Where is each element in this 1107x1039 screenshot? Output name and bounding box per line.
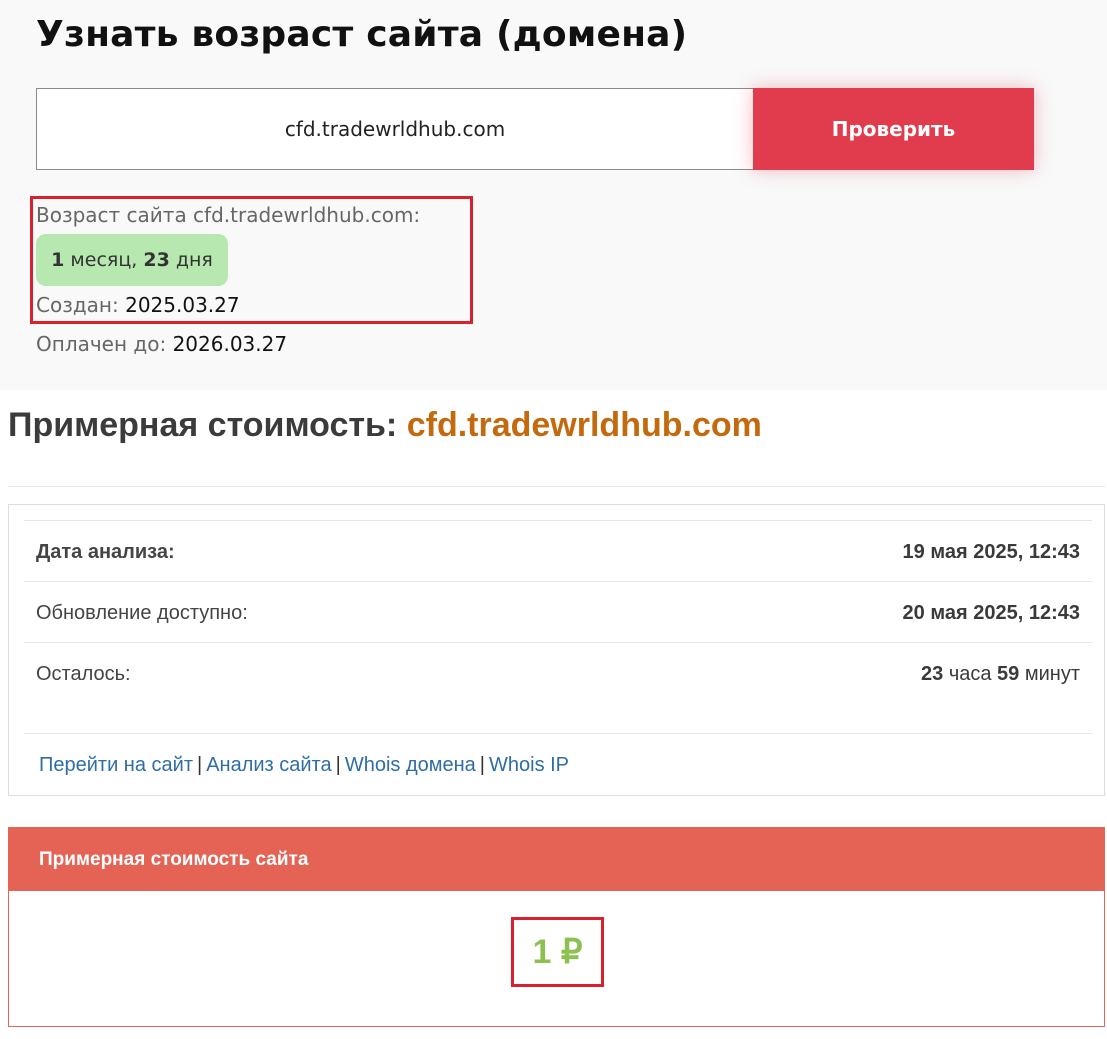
valuation-title: Примерная стоимость: cfd.tradewrldhub.co… (8, 406, 762, 445)
table-row: Обновление доступно: 20 мая 2025, 12:43 (24, 581, 1092, 642)
analysis-info-panel: Дата анализа: 19 мая 2025, 12:43 Обновле… (8, 504, 1105, 796)
analysis-date-text: 19 мая 2025, 12:43 (902, 541, 1080, 563)
created-value: 2025.03.27 (125, 293, 240, 317)
site-cost-header: Примерная стоимость сайта (9, 828, 1104, 891)
update-available-label: Обновление доступно: (36, 602, 248, 624)
link-site-analysis[interactable]: Анализ сайта (206, 754, 331, 776)
age-label: Возраст сайта cfd.tradewrldhub.com: (36, 203, 421, 227)
created-date: Создан: 2025.03.27 (36, 293, 240, 317)
links-row: Перейти на сайт | Анализ сайта | Whois домен… (24, 733, 1092, 795)
domain-input[interactable] (36, 88, 754, 170)
link-whois-ip[interactable]: Whois IP (489, 754, 569, 776)
links-list: Перейти на сайт | Анализ сайта | Whois домен… (39, 754, 569, 777)
check-button[interactable]: Проверить (753, 88, 1034, 170)
domain-age-section: Узнать возраст сайта (домена) Проверить … (0, 0, 1107, 390)
site-cost-header-label: Примерная стоимость сайта (39, 849, 309, 870)
divider (8, 486, 1105, 487)
valuation-title-domain: cfd.tradewrldhub.com (406, 406, 762, 444)
analysis-date-label: Дата анализа: (36, 541, 175, 563)
link-whois-domain[interactable]: Whois домена (345, 754, 476, 776)
remaining-hours-unit: часа (948, 663, 992, 685)
paid-label: Оплачен до: (36, 332, 167, 356)
analysis-date-value: 19 мая 2025, 12:43 (903, 541, 1080, 564)
link-separator: | (479, 754, 485, 776)
update-available-text: 20 мая 2025, 12:43 (902, 602, 1080, 624)
created-label: Создан: (36, 293, 119, 317)
table-row: Осталось: 23 часа 59 минут (24, 642, 1092, 703)
paid-value: 2026.03.27 (172, 332, 288, 356)
remaining-value: 23 часа 59 минут (921, 663, 1080, 686)
age-days-unit: дня (175, 249, 213, 271)
remaining-minutes: 59 (997, 663, 1020, 685)
age-badge: 1 месяц, 23 дня (36, 234, 228, 286)
age-months-unit: месяц, (70, 249, 138, 271)
page-title: Узнать возраст сайта (домена) (36, 14, 688, 55)
remaining-label: Осталось: (36, 663, 131, 685)
table-row: Дата анализа: 19 мая 2025, 12:43 (24, 520, 1092, 581)
valuation-title-prefix: Примерная стоимость: (8, 406, 398, 444)
link-separator: | (335, 754, 341, 776)
paid-until-date: Оплачен до: 2026.03.27 (36, 332, 287, 356)
cost-highlight-box: 1 ₽ (511, 917, 604, 987)
age-months: 1 (51, 249, 65, 271)
link-separator: | (196, 754, 203, 776)
site-cost-panel: Примерная стоимость сайта 1 ₽ (8, 827, 1105, 1027)
update-available-value: 20 мая 2025, 12:43 (903, 602, 1080, 625)
site-cost-value: 1 ₽ (532, 933, 583, 971)
remaining-hours: 23 (921, 663, 944, 685)
age-days: 23 (143, 249, 170, 271)
remaining-minutes-unit: минут (1024, 663, 1080, 685)
link-go-to-site[interactable]: Перейти на сайт (39, 754, 193, 776)
